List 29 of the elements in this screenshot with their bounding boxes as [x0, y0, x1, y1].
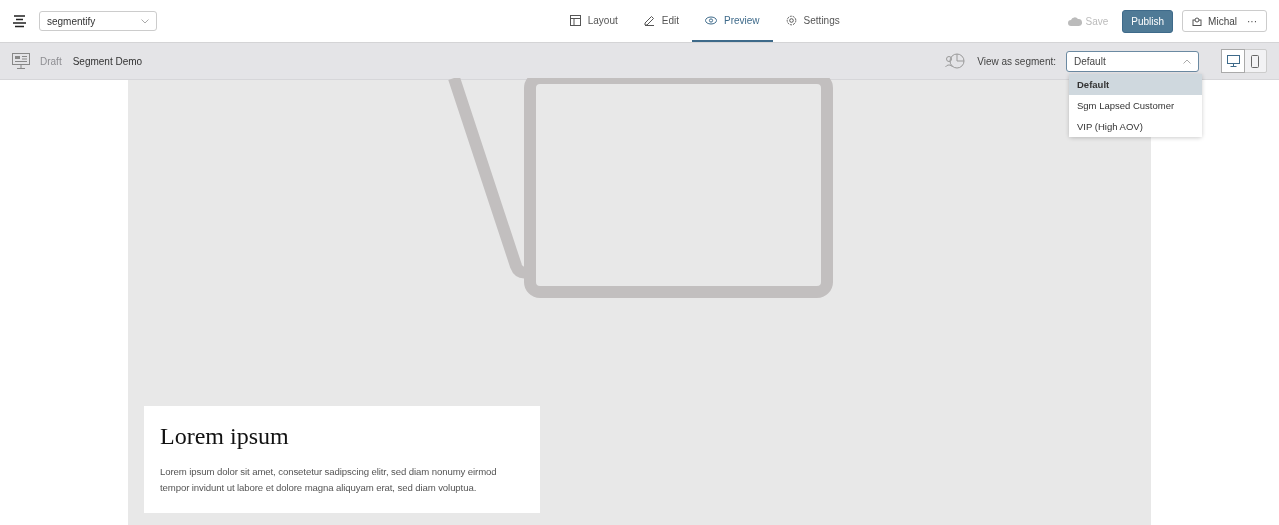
- segment-label: View as segment:: [977, 55, 1056, 67]
- device-toggle[interactable]: [1222, 50, 1244, 72]
- chevron-icon: [141, 18, 149, 24]
- site-select[interactable]: segmentify: [39, 11, 157, 31]
- chevron-icon: [1183, 58, 1191, 64]
- eye-icon: [705, 15, 717, 25]
- tab[interactable]: Edit: [630, 0, 692, 42]
- page-title: Segment Demo: [72, 55, 143, 67]
- desktop-icon: [1226, 55, 1240, 67]
- segment-option[interactable]: VIP (High AOV): [1069, 116, 1202, 137]
- tab[interactable]: Settings: [772, 0, 853, 42]
- cloud-icon: [1068, 16, 1083, 26]
- phone-icon: [1251, 54, 1259, 68]
- pencil-icon: [643, 14, 655, 26]
- monitor-icon: [12, 53, 30, 69]
- layout-icon: [569, 14, 581, 26]
- tab[interactable]: Layout: [556, 0, 631, 42]
- menu-icon[interactable]: [12, 14, 27, 28]
- user-icon: [1192, 16, 1203, 26]
- card-title: Lorem ipsum: [160, 423, 290, 450]
- card-text: Lorem ipsum dolor sit amet, consetetur sadipscing elitr, sed diam nonumy eirmod tempor invidunt ut labore et dolore magna aliquyam erat, sed diam voluptua.: [160, 465, 498, 495]
- segment-select[interactable]: Default: [1066, 50, 1199, 72]
- publish-button[interactable]: Publish: [1122, 9, 1174, 33]
- user-menu-button[interactable]: Michal ···: [1182, 10, 1267, 32]
- segment-option[interactable]: Sgm Lapsed Customer: [1069, 95, 1202, 116]
- segments-icon: [945, 52, 966, 70]
- segment-option[interactable]: Default: [1069, 74, 1202, 95]
- status-label: Draft: [40, 55, 62, 67]
- settings-icon: [785, 14, 797, 26]
